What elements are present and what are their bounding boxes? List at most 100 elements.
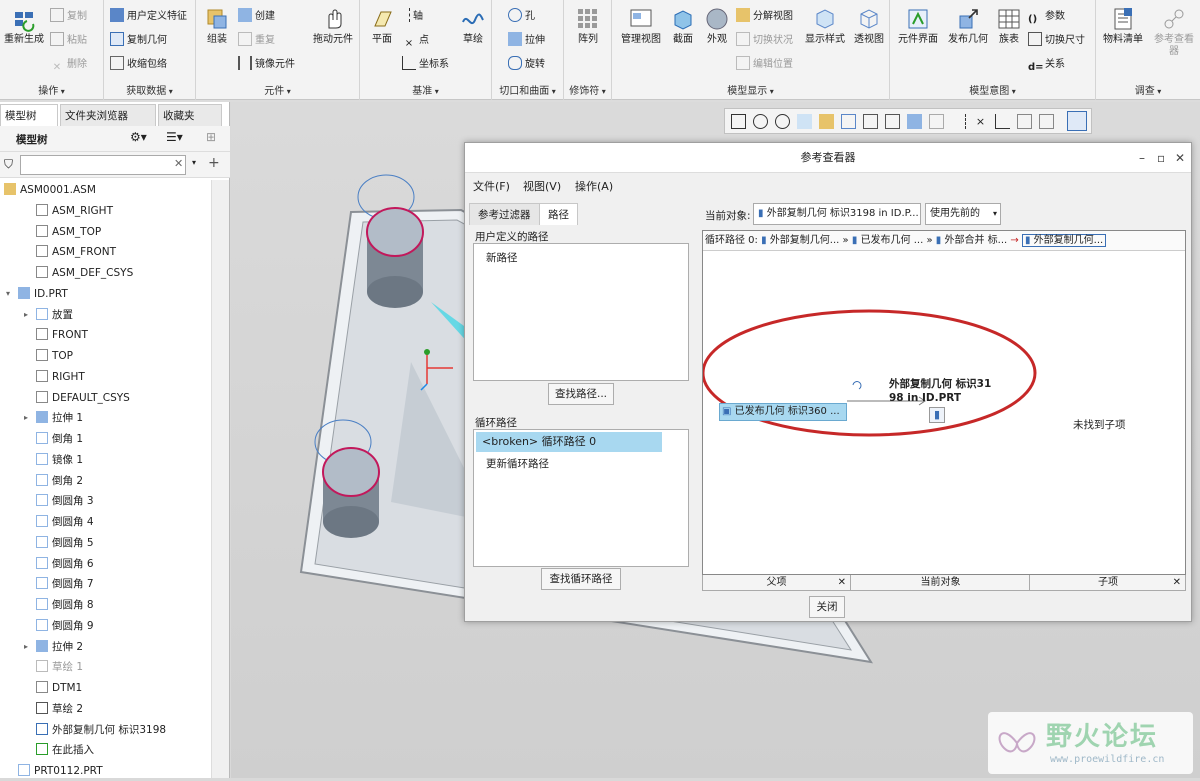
tab-favorites[interactable]: 收藏夹 xyxy=(158,104,222,126)
find-loop-button[interactable]: 查找循环路径 xyxy=(541,568,621,590)
copy-button[interactable]: 复制 xyxy=(50,8,87,26)
tree-node[interactable]: 倒圆角 9 xyxy=(36,616,94,636)
component-interface-button[interactable]: 元件界面 xyxy=(894,6,942,46)
path-step[interactable]: ▮ 外部合并 标... xyxy=(936,235,1007,246)
repaint-icon[interactable] xyxy=(797,114,812,129)
show-icon[interactable]: ☰▾ xyxy=(166,130,183,144)
group-label-cuts-surfaces[interactable]: 切口和曲面 xyxy=(492,82,563,97)
use-previous-dropdown[interactable]: 使用先前的 ▾ xyxy=(925,203,1001,225)
sketch-button[interactable]: 草绘 xyxy=(456,6,490,46)
group-label-investigate[interactable]: 调查 xyxy=(1096,82,1200,97)
loop-paths-list[interactable]: <broken> 循环路径 0 更新循环路径 xyxy=(473,429,689,567)
expand-toggle-icon[interactable]: ▸ xyxy=(24,642,28,651)
tree-node[interactable]: RIGHT xyxy=(36,367,85,387)
csys-display-icon[interactable] xyxy=(995,114,1010,129)
tree-node[interactable]: ASM_FRONT xyxy=(36,242,116,262)
section-button[interactable]: 截面 xyxy=(668,6,698,46)
current-object-field[interactable]: ▮ 外部复制几何 标识3198 in ID.P... xyxy=(753,203,921,225)
repeat-button[interactable]: 重复 xyxy=(238,32,275,50)
close-icon[interactable]: ✕ xyxy=(838,575,846,590)
zoom-in-icon[interactable] xyxy=(753,114,768,129)
tree-node[interactable]: PRT0112.PRT xyxy=(18,761,103,781)
copy-geometry-button[interactable]: 复制几何 xyxy=(110,32,167,50)
tree-node[interactable]: TOP xyxy=(36,346,73,366)
annotation-display-icon[interactable] xyxy=(1017,114,1032,129)
tree-node[interactable]: 草绘 1 xyxy=(36,657,83,677)
close-button[interactable]: 关闭 xyxy=(809,596,845,618)
tree-node[interactable]: ASM_DEF_CSYS xyxy=(36,263,133,283)
menu-view[interactable]: 视图(V) xyxy=(523,178,561,194)
tab-model-tree[interactable]: 模型树 xyxy=(0,104,58,126)
filter-dropdown-icon[interactable]: ▾ xyxy=(192,158,196,167)
add-icon[interactable]: + xyxy=(208,155,220,171)
group-label-model-display[interactable]: 模型显示 xyxy=(612,82,889,97)
expand-toggle-icon[interactable]: ▾ xyxy=(6,289,10,298)
display-style-button[interactable]: 显示样式 xyxy=(802,6,848,46)
menu-file[interactable]: 文件(F) xyxy=(473,178,510,194)
extrude-button[interactable]: 拉伸 xyxy=(508,32,545,50)
axis-button[interactable]: 轴 xyxy=(402,8,423,26)
group-label-model-intent[interactable]: 模型意图 xyxy=(890,82,1095,97)
tree-node[interactable]: 外部复制几何 标识3198 xyxy=(36,720,166,740)
reference-viewer-toggle-icon[interactable] xyxy=(1067,111,1087,131)
axis-display-icon[interactable] xyxy=(951,114,966,129)
tree-node[interactable]: DEFAULT_CSYS xyxy=(36,388,130,408)
appearance-button[interactable]: 外观 xyxy=(702,6,732,46)
csys-button[interactable]: 坐标系 xyxy=(402,56,449,74)
tree-node[interactable]: 镜像 1 xyxy=(36,450,83,470)
current-node[interactable]: ▮ xyxy=(929,407,945,423)
point-button[interactable]: × 点 xyxy=(402,32,429,50)
find-path-button[interactable]: 查找路径... xyxy=(548,383,614,405)
perspective-view-icon[interactable] xyxy=(907,114,922,129)
toggle-status-button[interactable]: 切换状况 xyxy=(736,32,793,50)
tree-node[interactable]: ASM_RIGHT xyxy=(36,201,113,221)
tree-node[interactable]: 草绘 2 xyxy=(36,699,83,719)
tree-node[interactable]: 倒圆角 6 xyxy=(36,554,94,574)
group-label-datum[interactable]: 基准 xyxy=(360,82,491,97)
revolve-button[interactable]: 旋转 xyxy=(508,56,545,74)
paste-button[interactable]: 粘贴 xyxy=(50,32,87,50)
group-label-modifiers[interactable]: 修饰符 xyxy=(564,82,611,97)
tab-folder-browser[interactable]: 文件夹浏览器 xyxy=(60,104,156,126)
create-button[interactable]: 创建 xyxy=(238,8,275,26)
view-manager-icon[interactable] xyxy=(885,114,900,129)
tree-scrollbar[interactable] xyxy=(211,180,229,778)
tree-node[interactable]: 拉伸 2 xyxy=(36,637,83,657)
group-label-operations[interactable]: 操作 xyxy=(0,82,103,97)
user-paths-list[interactable]: 新路径 xyxy=(473,243,689,381)
tree-node[interactable]: ASM_TOP xyxy=(36,222,101,242)
tab-paths[interactable]: 路径 xyxy=(539,203,578,225)
settings-icon[interactable]: ⚙▾ xyxy=(130,130,147,144)
plane-display-icon[interactable] xyxy=(929,114,944,129)
tree-node[interactable]: 倒圆角 7 xyxy=(36,574,94,594)
path-step-current[interactable]: ▮ 外部复制几何... xyxy=(1021,234,1107,247)
publish-geometry-button[interactable]: 发布几何 xyxy=(944,6,992,46)
manage-views-button[interactable]: 管理视图 xyxy=(616,6,666,46)
group-label-get-data[interactable]: 获取数据 xyxy=(104,82,195,97)
hole-button[interactable]: 孔 xyxy=(508,8,535,26)
close-icon[interactable]: ✕ xyxy=(1173,575,1181,590)
tree-node[interactable]: 倒圆角 4 xyxy=(36,512,94,532)
point-display-icon[interactable]: × xyxy=(973,114,988,129)
parameters-button[interactable]: () 参数 xyxy=(1028,8,1065,26)
group-label-component[interactable]: 元件 xyxy=(196,82,359,97)
tree-node[interactable]: 倒圆角 8 xyxy=(36,595,94,615)
plane-button[interactable]: 平面 xyxy=(364,6,400,46)
tree-node[interactable]: ID.PRT xyxy=(18,284,68,304)
close-icon[interactable]: ✕ xyxy=(1175,143,1185,173)
shrinkwrap-button[interactable]: 收缩包络 xyxy=(110,56,167,74)
udf-button[interactable]: 用户定义特征 xyxy=(110,8,187,26)
assemble-button[interactable]: 组装 xyxy=(200,6,234,46)
tree-node[interactable]: 倒角 1 xyxy=(36,429,83,449)
edit-position-button[interactable]: 编辑位置 xyxy=(736,56,793,74)
menu-actions[interactable]: 操作(A) xyxy=(575,178,613,194)
relations-button[interactable]: d=关系 xyxy=(1028,56,1065,74)
list-item[interactable]: 更新循环路径 xyxy=(486,456,549,471)
refit-icon[interactable] xyxy=(731,114,746,129)
spin-center-icon[interactable] xyxy=(1039,114,1054,129)
tab-reference-filter[interactable]: 参考过滤器 xyxy=(469,203,540,225)
tree-node[interactable]: 在此插入 xyxy=(36,740,94,760)
list-item[interactable]: <broken> 循环路径 0 xyxy=(476,432,662,452)
perspective-button[interactable]: 透视图 xyxy=(850,6,888,46)
columns-icon[interactable]: ⊞ xyxy=(206,130,216,144)
